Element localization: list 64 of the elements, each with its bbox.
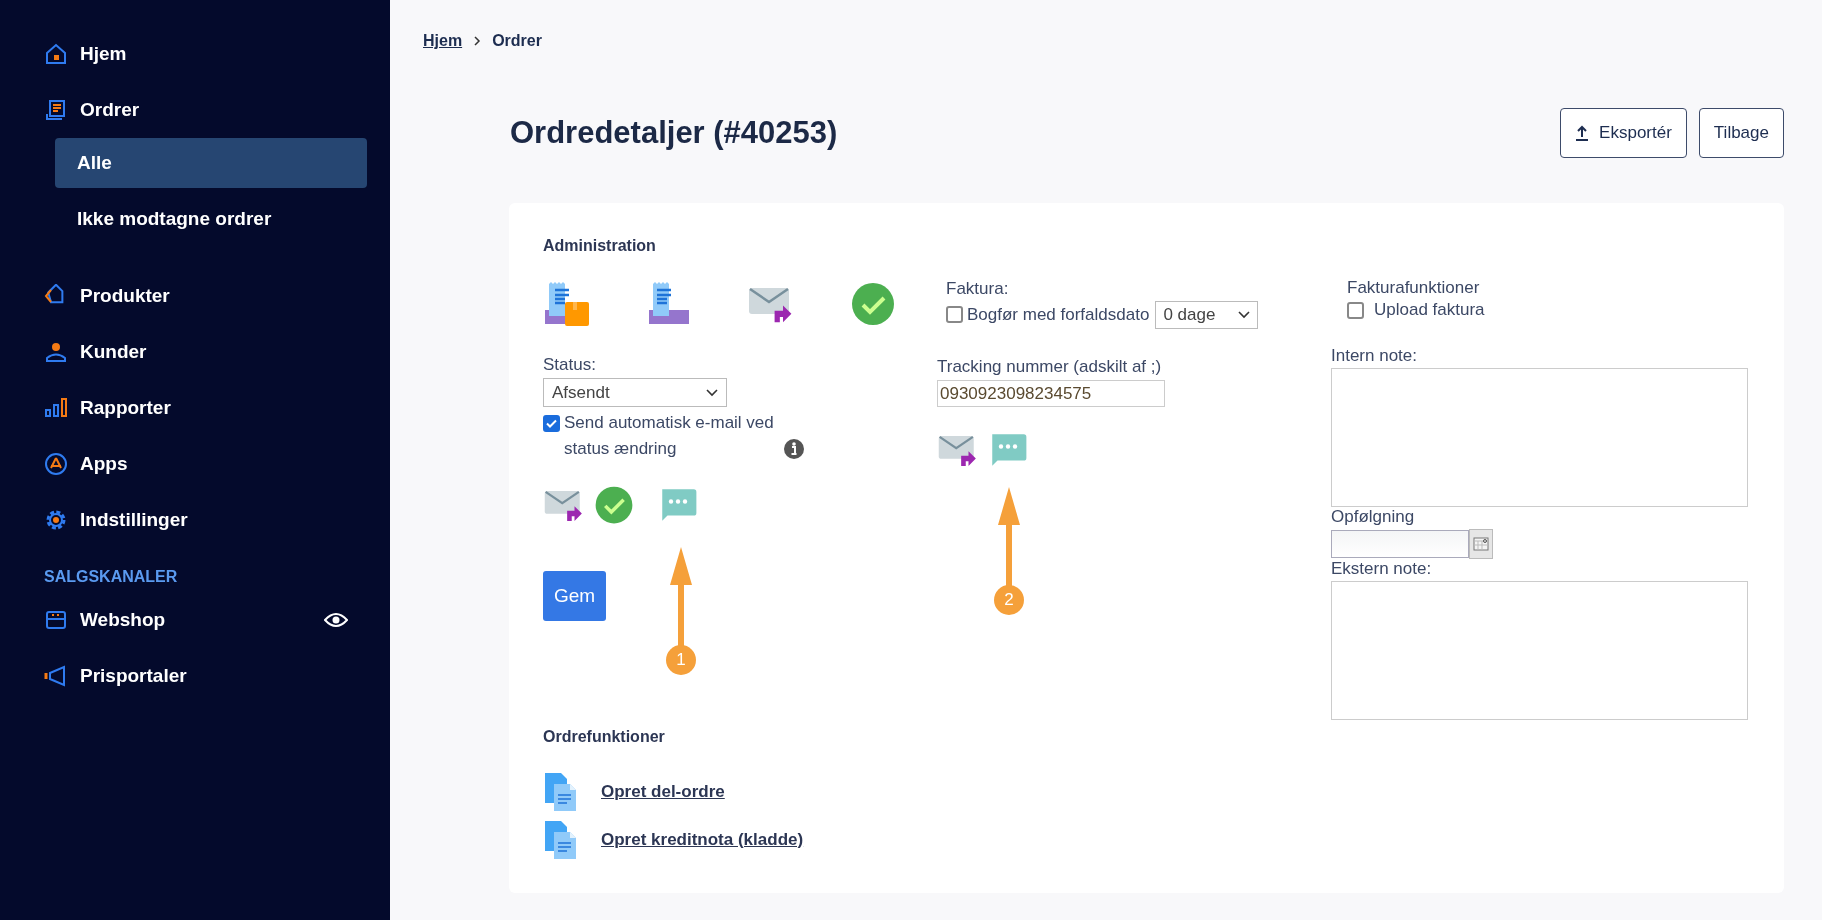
- sidebar-item[interactable]: Webshop: [0, 592, 390, 648]
- field-label: Ekstern note:: [1331, 559, 1433, 579]
- section-label: Fakturafunktioner: [1347, 278, 1481, 298]
- sidebar-subitem[interactable]: Ikke modtagne ordrer: [55, 194, 367, 244]
- chevron-down-icon: [706, 388, 718, 397]
- check-circle-icon: [849, 280, 897, 328]
- sidebar-item[interactable]: Produkter: [0, 268, 390, 324]
- person-icon: [44, 340, 68, 364]
- document-list-icon: [44, 98, 68, 122]
- sidebar-item[interactable]: Kunder: [0, 324, 390, 380]
- external-note-field[interactable]: [1331, 581, 1748, 720]
- upload-icon: [1575, 125, 1590, 141]
- sidebar-subitem[interactable]: Alle: [55, 138, 367, 188]
- calendar-icon: [1473, 537, 1489, 551]
- calendar-button[interactable]: [1469, 529, 1493, 559]
- breadcrumb-link[interactable]: Hjem: [423, 32, 463, 50]
- checkbox[interactable]: [1347, 301, 1364, 319]
- field-label: Opfølgning: [1331, 507, 1416, 527]
- documents-icon: [543, 820, 579, 860]
- page-title: Ordredetaljer (#40253): [510, 115, 838, 151]
- field-label: Faktura:: [946, 279, 1010, 299]
- link[interactable]: Opret del-ordre: [601, 782, 725, 802]
- field-label: Status:: [543, 355, 597, 375]
- checkbox[interactable]: [543, 415, 560, 432]
- sidebar-item[interactable]: Rapporter: [0, 380, 390, 436]
- check-circle-icon: [593, 484, 635, 526]
- checkmark-icon: [545, 417, 558, 430]
- settings-icon: [44, 508, 68, 532]
- section-heading: Ordrefunktioner: [543, 728, 666, 746]
- sidebar-item[interactable]: Hjem: [0, 26, 390, 82]
- checkbox[interactable]: [946, 306, 963, 323]
- info-icon: [783, 438, 805, 460]
- chevron-right-icon: [472, 35, 483, 47]
- due-days-dropdown[interactable]: 0 dage: [1155, 301, 1259, 329]
- field-label: Intern note:: [1331, 346, 1418, 366]
- house-icon: [44, 42, 68, 66]
- date-field[interactable]: [1331, 530, 1469, 558]
- section-heading: Administration: [543, 237, 657, 255]
- sidebar-item[interactable]: Ordrer: [0, 82, 390, 138]
- export-button[interactable]: Eksportér: [1560, 108, 1687, 158]
- apps-icon: [44, 452, 68, 476]
- store-icon: [44, 608, 68, 632]
- bar-chart-icon: [44, 396, 68, 420]
- checkbox-label: Upload faktura: [1374, 300, 1485, 320]
- sidebar-item[interactable]: Apps: [0, 436, 390, 492]
- tracking-number-field[interactable]: 0930923098234575: [937, 380, 1165, 407]
- section-heading: SALGSKANALER: [43, 568, 178, 586]
- chevron-down-icon: [1238, 311, 1251, 319]
- documents-icon: [543, 772, 579, 812]
- checkbox-label: Bogfør med forfaldsdato: [967, 305, 1150, 324]
- breadcrumb-current: Ordrer: [492, 32, 542, 50]
- internal-note-field[interactable]: [1331, 368, 1748, 507]
- megaphone-icon: [44, 664, 68, 688]
- field-label: Tracking nummer (adskilt af ;): [937, 357, 1163, 377]
- receipt-with-package-icon: [543, 280, 591, 328]
- status-dropdown[interactable]: Afsendt: [543, 378, 727, 407]
- link[interactable]: Opret kreditnota (kladde): [601, 830, 804, 850]
- save-button[interactable]: Gem: [543, 571, 606, 621]
- annotation-badge: 2: [994, 585, 1024, 615]
- back-button[interactable]: Tilbage: [1698, 108, 1784, 158]
- annotation-badge: 1: [666, 645, 696, 675]
- checkbox-label: Send automatisk e-mail ved status ændring: [564, 412, 775, 460]
- sidebar-item[interactable]: Prisportaler: [0, 648, 390, 704]
- sidebar-item[interactable]: Indstillinger: [0, 492, 390, 548]
